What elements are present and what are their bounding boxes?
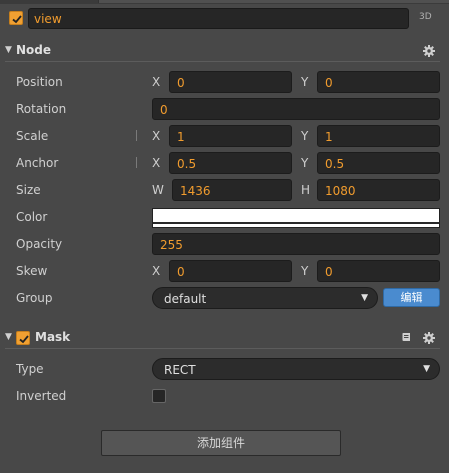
chevron-down-icon: ▼: [423, 364, 430, 374]
group-edit-button[interactable]: 编辑: [383, 288, 440, 307]
mask-section-header[interactable]: ▼ Mask: [0, 327, 449, 349]
node-section-title: Node: [16, 43, 52, 57]
anchor-y-input[interactable]: 0.5: [317, 152, 440, 174]
collapse-arrow-icon[interactable]: ▼: [5, 45, 12, 55]
inverted-checkbox[interactable]: [152, 389, 166, 403]
gear-icon[interactable]: [423, 45, 435, 57]
size-w-input[interactable]: 1436: [172, 179, 292, 201]
anchor-lock-divider[interactable]: [136, 157, 137, 168]
mask-type-select[interactable]: RECT ▼: [152, 358, 440, 380]
anchor-x-input[interactable]: 0.5: [169, 152, 292, 174]
check-icon: [19, 335, 29, 344]
position-y-label[interactable]: Y: [301, 75, 308, 89]
scale-x-input[interactable]: 1: [169, 125, 292, 147]
position-y-input[interactable]: 0: [317, 71, 440, 93]
section-separator: [5, 61, 440, 62]
skew-x-input[interactable]: 0: [169, 260, 292, 282]
group-select[interactable]: default ▼: [152, 287, 378, 309]
color-swatch[interactable]: [152, 208, 440, 228]
skew-label: Skew: [16, 264, 48, 278]
size-h-label[interactable]: H: [301, 183, 310, 197]
anchor-y-label[interactable]: Y: [301, 156, 308, 170]
tab-underline: [98, 0, 449, 3]
book-icon[interactable]: [401, 332, 412, 343]
gear-icon[interactable]: [423, 332, 435, 344]
top-tab-strip: [0, 0, 449, 4]
mode-3d-badge[interactable]: 3D: [419, 12, 432, 22]
scale-y-label[interactable]: Y: [301, 129, 308, 143]
node-active-checkbox[interactable]: [9, 11, 23, 25]
size-label: Size: [16, 183, 41, 197]
rotation-input[interactable]: 0: [152, 98, 440, 120]
chevron-down-icon: ▼: [361, 293, 368, 303]
position-label: Position: [16, 75, 63, 89]
rotation-label: Rotation: [16, 102, 67, 116]
color-alpha-strip: [153, 222, 439, 224]
mask-enabled-checkbox[interactable]: [16, 331, 30, 345]
opacity-label: Opacity: [16, 237, 63, 251]
skew-y-input[interactable]: 0: [317, 260, 440, 282]
node-name-input[interactable]: view: [28, 8, 409, 29]
position-x-label[interactable]: X: [152, 75, 160, 89]
check-icon: [12, 15, 22, 24]
size-h-input[interactable]: 1080: [317, 179, 440, 201]
collapse-arrow-icon[interactable]: ▼: [5, 332, 12, 342]
scale-x-label[interactable]: X: [152, 129, 160, 143]
mask-type-value: RECT: [164, 363, 196, 377]
anchor-label: Anchor: [16, 156, 59, 170]
inverted-label: Inverted: [16, 389, 67, 403]
scale-label: Scale: [16, 129, 49, 143]
opacity-input[interactable]: 255: [152, 233, 440, 255]
size-w-label[interactable]: W: [152, 183, 164, 197]
node-section-header[interactable]: ▼ Node: [0, 40, 449, 62]
color-label: Color: [16, 210, 48, 224]
position-x-input[interactable]: 0: [169, 71, 292, 93]
group-select-value: default: [164, 292, 207, 306]
scale-y-input[interactable]: 1: [317, 125, 440, 147]
skew-x-label[interactable]: X: [152, 264, 160, 278]
section-separator: [5, 348, 440, 349]
mask-type-label: Type: [16, 362, 44, 376]
add-component-button[interactable]: 添加组件: [101, 430, 341, 456]
scale-lock-divider[interactable]: [136, 130, 137, 141]
group-label: Group: [16, 291, 53, 305]
skew-y-label[interactable]: Y: [301, 264, 308, 278]
mask-section-title: Mask: [35, 330, 71, 344]
anchor-x-label[interactable]: X: [152, 156, 160, 170]
